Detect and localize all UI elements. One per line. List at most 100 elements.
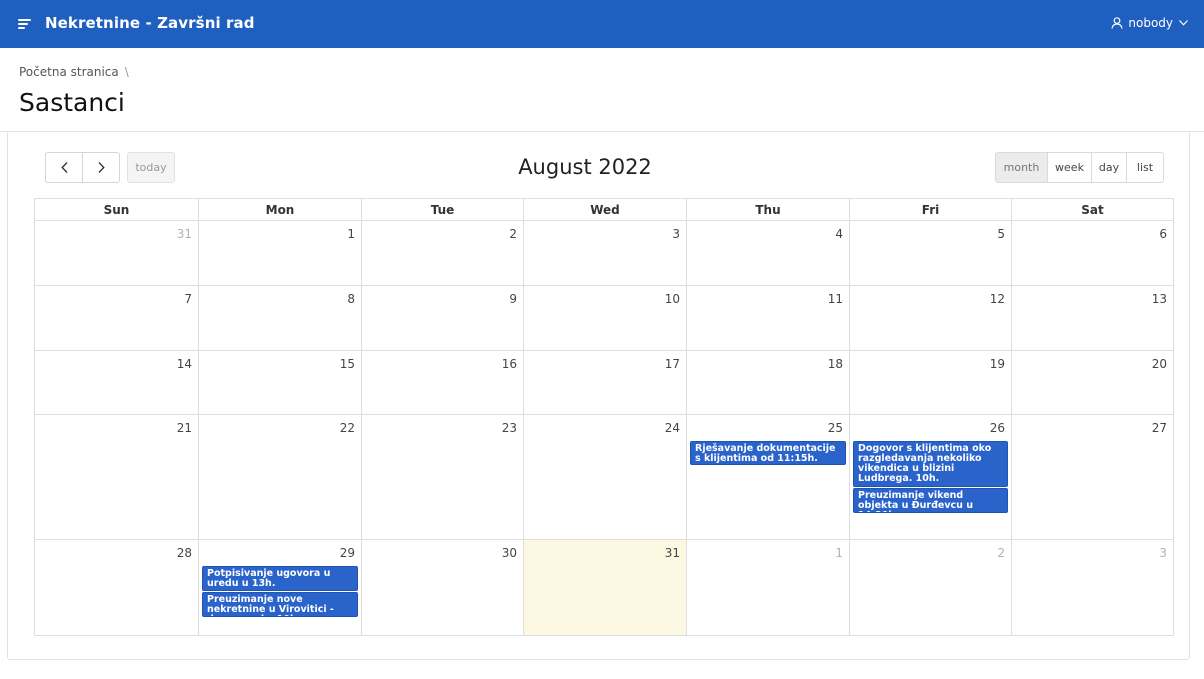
day-number: 11: [827, 292, 843, 306]
day-number: 6: [1159, 227, 1167, 241]
day-cell[interactable]: 23: [361, 415, 523, 539]
day-cell[interactable]: 1: [686, 540, 849, 635]
week-row: 31 1 2 3 4 5 6: [35, 221, 1173, 286]
day-cell[interactable]: 14: [35, 351, 198, 414]
week-row: 7 8 9 10 11 12 13: [35, 286, 1173, 351]
user-name: nobody: [1128, 16, 1173, 30]
day-number: 31: [176, 227, 192, 241]
calendar-event[interactable]: Potpisivanje ugovora u uredu u 13h.: [202, 566, 358, 591]
prev-month-button[interactable]: [45, 152, 83, 183]
day-cell[interactable]: 8: [198, 286, 361, 350]
day-cell[interactable]: 9: [361, 286, 523, 350]
day-cell[interactable]: 4: [686, 221, 849, 285]
day-cell[interactable]: 3: [523, 221, 686, 285]
view-month-button[interactable]: month: [995, 152, 1048, 183]
day-number: 12: [989, 292, 1005, 306]
day-number: 3: [672, 227, 680, 241]
day-number: 16: [501, 357, 517, 371]
weekday-header: Wed: [523, 199, 686, 220]
weekday-header: Mon: [198, 199, 361, 220]
day-cell[interactable]: 1: [198, 221, 361, 285]
day-cell[interactable]: 18: [686, 351, 849, 414]
day-number: 24: [664, 421, 680, 435]
day-cell[interactable]: 22: [198, 415, 361, 539]
calendar-event[interactable]: Dogovor s klijentima oko razgledavanja n…: [853, 441, 1008, 487]
day-cell[interactable]: 26 Dogovor s klijentima oko razgledavanj…: [849, 415, 1011, 539]
view-list-button[interactable]: list: [1126, 152, 1164, 183]
day-cell[interactable]: 29 Potpisivanje ugovora u uredu u 13h. P…: [198, 540, 361, 635]
breadcrumb-separator: \: [124, 65, 129, 79]
day-cell[interactable]: 31: [35, 221, 198, 285]
day-cell[interactable]: 3: [1011, 540, 1173, 635]
weekday-header: Tue: [361, 199, 523, 220]
day-cell[interactable]: 2: [849, 540, 1011, 635]
calendar-event[interactable]: Preuzimanje vikend objekta u Đurđevcu u …: [853, 488, 1008, 513]
day-cell[interactable]: 6: [1011, 221, 1173, 285]
day-cell[interactable]: 13: [1011, 286, 1173, 350]
calendar-event[interactable]: Rješavanje dokumentacije s klijentima od…: [690, 441, 846, 465]
day-number: 8: [347, 292, 355, 306]
hamburger-menu-icon[interactable]: [18, 19, 31, 29]
day-cell[interactable]: 15: [198, 351, 361, 414]
day-number: 13: [1151, 292, 1167, 306]
today-day-cell[interactable]: 31: [523, 540, 686, 635]
chevron-left-icon: [60, 162, 67, 173]
day-cell[interactable]: 17: [523, 351, 686, 414]
day-number: 2: [509, 227, 517, 241]
day-number: 2: [997, 546, 1005, 560]
app-title[interactable]: Nekretnine - Završni rad: [45, 14, 255, 32]
day-number: 7: [184, 292, 192, 306]
week-row: 28 29 Potpisivanje ugovora u uredu u 13h…: [35, 540, 1173, 635]
day-cell[interactable]: 16: [361, 351, 523, 414]
next-month-button[interactable]: [82, 152, 120, 183]
breadcrumb: Početna stranica \: [19, 65, 129, 79]
weekday-header: Thu: [686, 199, 849, 220]
day-cell[interactable]: 12: [849, 286, 1011, 350]
day-number: 10: [664, 292, 680, 306]
day-cell[interactable]: 10: [523, 286, 686, 350]
day-cell[interactable]: 25 Rješavanje dokumentacije s klijentima…: [686, 415, 849, 539]
day-cell[interactable]: 19: [849, 351, 1011, 414]
month-grid: Sun Mon Tue Wed Thu Fri Sat 31 1 2 3 4 5…: [34, 198, 1174, 636]
day-cell[interactable]: 27: [1011, 415, 1173, 539]
day-number: 26: [989, 421, 1005, 435]
day-number: 9: [509, 292, 517, 306]
day-number: 25: [827, 421, 843, 435]
chevron-right-icon: [98, 162, 105, 173]
day-cell[interactable]: 28: [35, 540, 198, 635]
day-cell[interactable]: 11: [686, 286, 849, 350]
week-row: 21 22 23 24 25 Rješavanje dokumentacije …: [35, 415, 1173, 540]
day-cell[interactable]: 20: [1011, 351, 1173, 414]
calendar-title: August 2022: [518, 155, 652, 179]
chevron-down-icon: [1179, 20, 1188, 26]
weekday-header: Sun: [103, 203, 130, 217]
user-menu[interactable]: nobody: [1111, 16, 1188, 30]
day-number: 3: [1159, 546, 1167, 560]
breadcrumb-home-link[interactable]: Početna stranica: [19, 65, 119, 79]
today-button[interactable]: today: [127, 152, 175, 183]
day-number: 21: [176, 421, 192, 435]
weekday-header-row: Sun Mon Tue Wed Thu Fri Sat: [35, 199, 1173, 221]
day-cell[interactable]: 2: [361, 221, 523, 285]
calendar-event[interactable]: Preuzimanje nove nekretnine u Virovitici…: [202, 592, 358, 617]
weekday-header: Fri: [849, 199, 1011, 220]
top-navigation-bar: Nekretnine - Završni rad nobody: [0, 0, 1204, 48]
view-day-button[interactable]: day: [1091, 152, 1127, 183]
day-number: 22: [339, 421, 355, 435]
week-row: 14 15 16 17 18 19 20: [35, 351, 1173, 415]
day-cell[interactable]: 21: [35, 415, 198, 539]
day-number: 5: [997, 227, 1005, 241]
day-number: 30: [501, 546, 517, 560]
day-number: 19: [989, 357, 1005, 371]
day-cell[interactable]: 24: [523, 415, 686, 539]
view-week-button[interactable]: week: [1047, 152, 1092, 183]
weekday-header: Sat: [1011, 199, 1173, 220]
day-number: 15: [339, 357, 355, 371]
day-cell[interactable]: 30: [361, 540, 523, 635]
day-cell[interactable]: 7: [35, 286, 198, 350]
page-title: Sastanci: [19, 88, 125, 117]
day-number: 1: [835, 546, 843, 560]
day-number: 18: [827, 357, 843, 371]
day-number: 4: [835, 227, 843, 241]
day-cell[interactable]: 5: [849, 221, 1011, 285]
